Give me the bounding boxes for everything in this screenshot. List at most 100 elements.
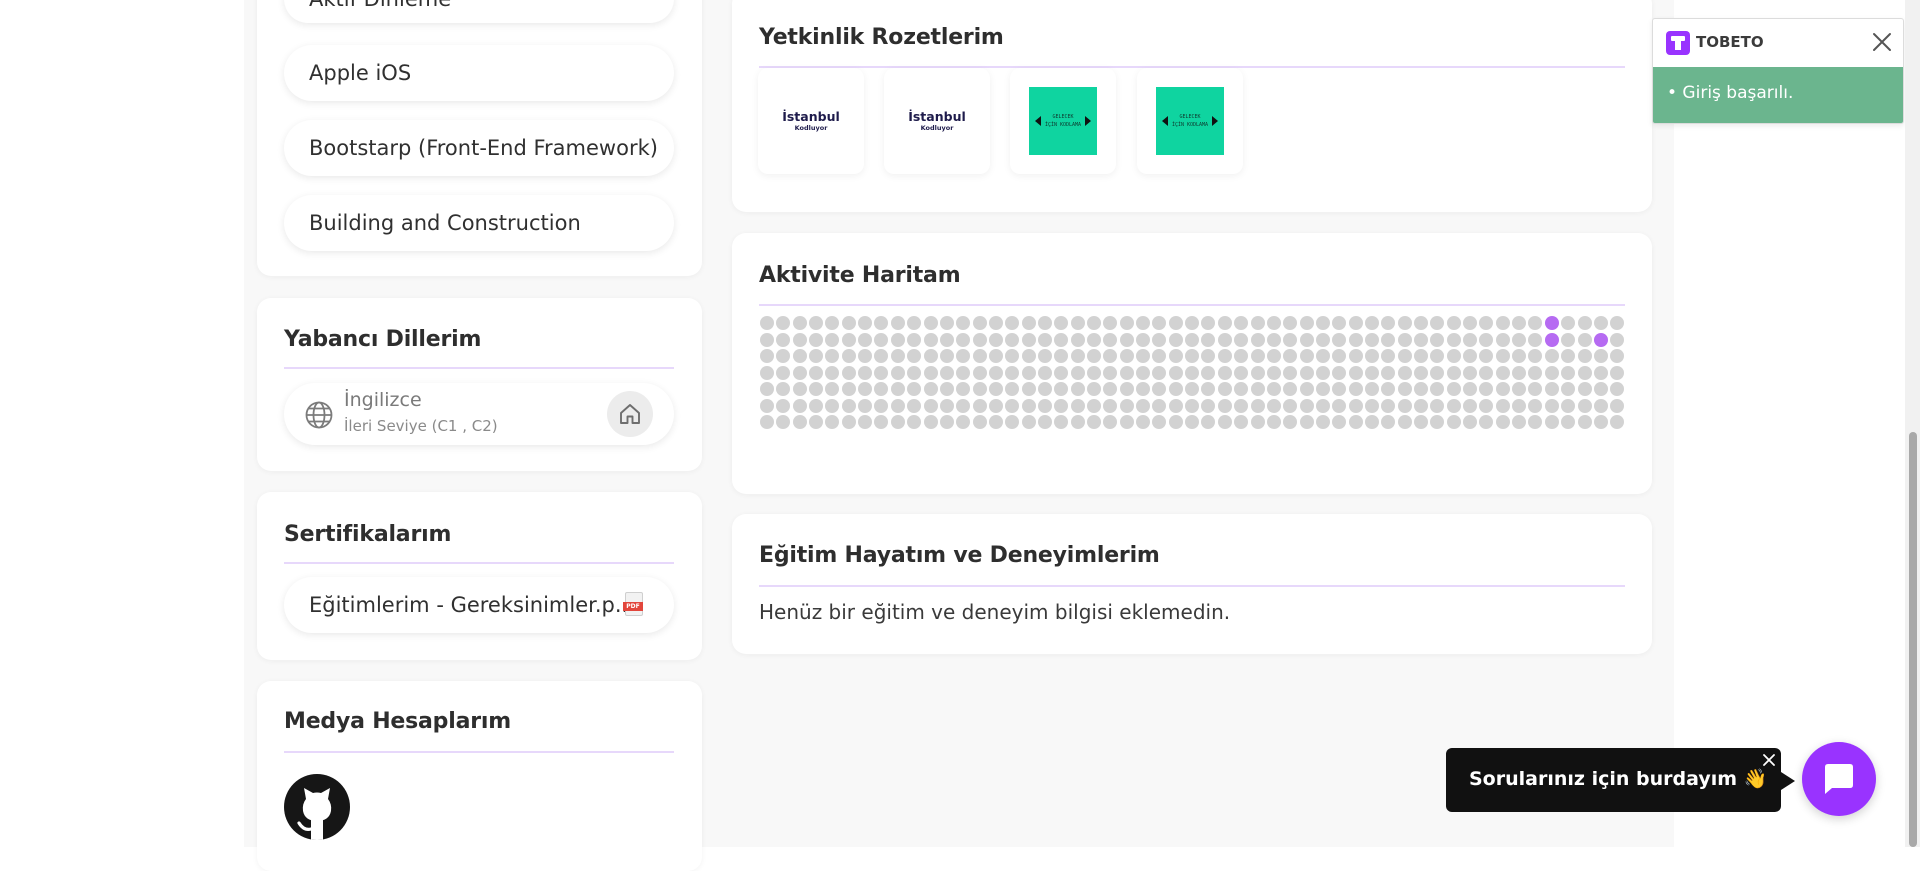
activity-cell bbox=[923, 316, 938, 330]
badge-tile[interactable]: İstanbul Kodluyor bbox=[884, 68, 990, 174]
scrollbar-thumb[interactable] bbox=[1909, 432, 1917, 847]
activity-cell bbox=[890, 332, 905, 347]
activity-cell bbox=[1495, 365, 1510, 380]
activity-cell bbox=[988, 365, 1003, 380]
activity-cell bbox=[1381, 365, 1396, 380]
activity-cell bbox=[1446, 316, 1461, 330]
activity-cell bbox=[1463, 398, 1478, 413]
activity-cell bbox=[1577, 349, 1592, 363]
activity-cell bbox=[1446, 382, 1461, 396]
activity-cell bbox=[1103, 398, 1118, 413]
activity-cell bbox=[1070, 415, 1085, 429]
activity-cell bbox=[1021, 316, 1036, 330]
activity-cell bbox=[1070, 332, 1085, 347]
badge-arrow-right bbox=[1212, 116, 1218, 126]
activity-cell bbox=[1201, 365, 1216, 380]
activity-cell bbox=[1364, 382, 1379, 396]
home-button[interactable] bbox=[607, 391, 653, 437]
activity-cell bbox=[1037, 365, 1052, 380]
activity-cell bbox=[858, 382, 873, 396]
activity-cell bbox=[1430, 332, 1445, 347]
github-link[interactable] bbox=[284, 774, 350, 840]
badge-tile[interactable]: GELECEK İÇİN KODLAMA bbox=[1137, 68, 1243, 174]
activity-cell bbox=[907, 398, 922, 413]
activity-cell bbox=[1512, 365, 1527, 380]
activity-cell bbox=[1463, 349, 1478, 363]
activity-cell bbox=[1266, 316, 1281, 330]
close-button[interactable] bbox=[1871, 31, 1893, 53]
activity-cell bbox=[1593, 415, 1608, 429]
skill-pill: Aktif Dinleme bbox=[284, 0, 674, 23]
activity-cell bbox=[1446, 398, 1461, 413]
section-title: Eğitim Hayatım ve Deneyimlerim bbox=[759, 543, 1160, 568]
activity-cell bbox=[1266, 382, 1281, 396]
activity-cell bbox=[1136, 398, 1151, 413]
activity-cell bbox=[1544, 332, 1559, 347]
activity-cell bbox=[972, 316, 987, 330]
activity-cell bbox=[760, 398, 774, 413]
activity-cell bbox=[825, 332, 840, 347]
activity-cell bbox=[1397, 382, 1412, 396]
toast-body: • Giriş başarılı. bbox=[1653, 67, 1903, 123]
activity-cell bbox=[1577, 382, 1592, 396]
activity-cell bbox=[1136, 382, 1151, 396]
activity-cell bbox=[858, 365, 873, 380]
activity-cell bbox=[1463, 332, 1478, 347]
activity-cell bbox=[1217, 316, 1232, 330]
chat-bubble[interactable]: Sorularınız için burdayım 👋 bbox=[1446, 748, 1795, 812]
activity-cell bbox=[972, 415, 987, 429]
activity-cell bbox=[1544, 365, 1559, 380]
activity-cell bbox=[1397, 365, 1412, 380]
badge-tile[interactable]: GELECEK İÇİN KODLAMA bbox=[1010, 68, 1116, 174]
globe-icon bbox=[305, 401, 333, 429]
activity-cell bbox=[1364, 316, 1379, 330]
badge-tile[interactable]: İstanbul Kodluyor bbox=[758, 68, 864, 174]
section-title: Yabancı Dillerim bbox=[284, 327, 482, 352]
activity-cell bbox=[1152, 398, 1167, 413]
chat-launcher-button[interactable] bbox=[1802, 742, 1876, 816]
activity-cell bbox=[858, 398, 873, 413]
activity-cell bbox=[1561, 365, 1576, 380]
activity-cell bbox=[1364, 332, 1379, 347]
activity-cell bbox=[1136, 316, 1151, 330]
certificate-item[interactable]: Eğitimlerim - Gereksinimler.p... PDF bbox=[284, 577, 674, 633]
activity-cell bbox=[1495, 398, 1510, 413]
activity-cell bbox=[1250, 332, 1265, 347]
activity-cell bbox=[923, 398, 938, 413]
badge-line2: İÇİN KODLAMA bbox=[1171, 122, 1209, 128]
skill-label: Building and Construction bbox=[309, 211, 581, 235]
activity-cell bbox=[1593, 316, 1608, 330]
activity-cell bbox=[1528, 398, 1543, 413]
activity-cell bbox=[1266, 398, 1281, 413]
activity-cell bbox=[809, 349, 824, 363]
activity-cell bbox=[1087, 365, 1101, 380]
activity-cell bbox=[1463, 365, 1478, 380]
activity-cell bbox=[1348, 332, 1363, 347]
activity-cell bbox=[776, 365, 791, 380]
section-divider bbox=[284, 562, 674, 564]
activity-cell bbox=[1512, 349, 1527, 363]
activity-cell bbox=[1185, 382, 1200, 396]
activity-cell bbox=[1152, 332, 1167, 347]
skill-pill: Bootstarp (Front-End Framework) bbox=[284, 120, 674, 176]
activity-cell bbox=[1299, 316, 1314, 330]
activity-cell bbox=[1561, 332, 1576, 347]
activity-cell bbox=[1234, 332, 1249, 347]
activity-cell bbox=[890, 382, 905, 396]
education-empty-text: Henüz bir eğitim ve deneyim bilgisi ekle… bbox=[759, 600, 1231, 624]
activity-cell bbox=[1397, 349, 1412, 363]
activity-cell bbox=[809, 415, 824, 429]
chat-bubble-close[interactable] bbox=[1761, 752, 1777, 768]
activity-cell bbox=[1463, 382, 1478, 396]
activity-cell bbox=[1136, 415, 1151, 429]
activity-cell bbox=[1315, 415, 1330, 429]
activity-cell bbox=[792, 382, 807, 396]
activity-cell bbox=[939, 332, 954, 347]
activity-cell bbox=[1119, 349, 1134, 363]
activity-cell bbox=[1005, 398, 1020, 413]
activity-cell bbox=[1054, 332, 1069, 347]
activity-cell bbox=[1397, 398, 1412, 413]
activity-cell bbox=[1610, 365, 1625, 380]
toast-message: • Giriş başarılı. bbox=[1667, 83, 1794, 103]
activity-cell bbox=[1136, 332, 1151, 347]
